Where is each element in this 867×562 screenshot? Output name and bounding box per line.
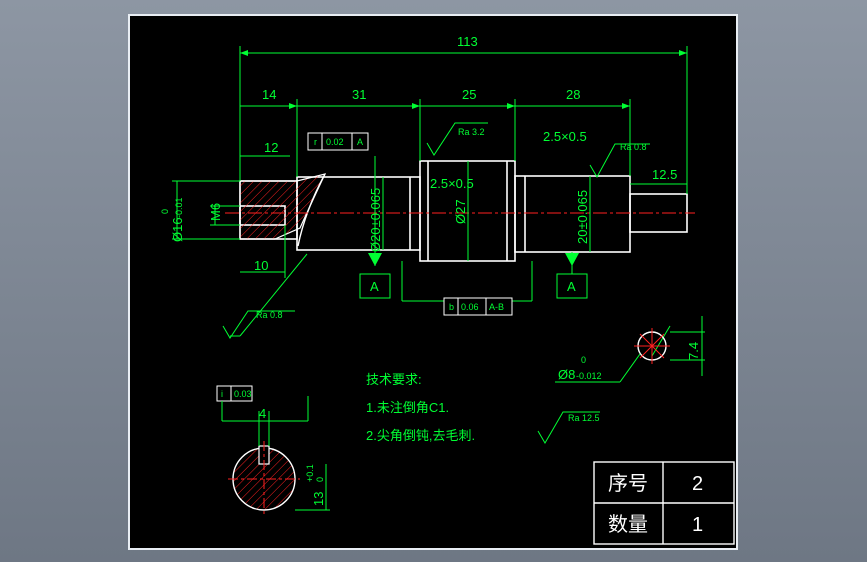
- dim-dia-8-lower: -0.012: [576, 371, 602, 381]
- dim-seg-14: 14: [262, 87, 276, 102]
- tolerance-frame-top: r 0.02 A: [307, 132, 369, 151]
- dim-chamfer-right: 2.5×0.5: [543, 129, 587, 144]
- dim-dia-16-upper: 0: [160, 209, 170, 214]
- dim-seg-25: 25: [462, 87, 476, 102]
- section-view: i 0.03 4 13 +0.1 0: [216, 385, 330, 516]
- gtol-top-datum: A: [357, 137, 363, 147]
- shaft-drawing: 113 14 31 25 28 12 12.5 10 2.5×0.5 2.5×0…: [160, 34, 735, 545]
- title-serial-label: 序号: [608, 472, 648, 495]
- ra-32: Ra 3.2: [458, 127, 485, 137]
- title-block: 序号 2 数量 1: [593, 461, 735, 545]
- datum-left: A: [359, 253, 391, 299]
- dim-section-depth: 13: [311, 492, 326, 506]
- gtol-sym-symbol: i: [221, 389, 223, 399]
- notes-line2: 2.尖角倒钝,去毛刺.: [366, 428, 475, 443]
- dim-dia-20-right: 20±0.065: [575, 190, 590, 244]
- dim-section-depth-upper: +0.1: [305, 464, 315, 482]
- roughness-symbols: [222, 122, 650, 444]
- title-qty-value: 1: [692, 514, 703, 536]
- dim-dia-16: Ø16: [170, 217, 185, 242]
- segment-d20-right: [514, 175, 631, 253]
- dim-dia-8: Ø8: [558, 367, 575, 382]
- ra-08-right: Ra 0.8: [620, 142, 647, 152]
- dim-overall: 113: [457, 34, 478, 49]
- section-hatch: [239, 173, 327, 240]
- dim-dia-16-lower: -0.01: [174, 197, 184, 218]
- title-qty-label: 数量: [608, 513, 648, 536]
- dim-dia-20-left: Ø20±0.065: [368, 188, 383, 252]
- svg-text:A: A: [370, 279, 379, 294]
- ra-125: Ra 12.5: [568, 413, 600, 423]
- notes-title: 技术要求:: [366, 372, 422, 387]
- technical-notes: 技术要求: 1.未注倒角C1. 2.尖角倒钝,去毛刺.: [366, 372, 475, 443]
- dim-dia-8-upper: 0: [581, 355, 586, 365]
- dim-dia-27: Ø27: [453, 199, 468, 224]
- gtol-bottom-value: 0.06: [461, 302, 479, 312]
- gtol-bottom-datum: A-B: [489, 302, 504, 312]
- tolerance-frame-bottom: b 0.06 A-B: [443, 297, 513, 316]
- svg-text:A: A: [567, 279, 576, 294]
- dim-thread-len: 12: [264, 140, 278, 155]
- dim-end-len: 12.5: [652, 167, 677, 182]
- dim-chamfer-left: 2.5×0.5: [430, 176, 474, 191]
- dim-key-depth: 7.4: [686, 342, 701, 360]
- cad-viewport[interactable]: 113 14 31 25 28 12 12.5 10 2.5×0.5 2.5×0…: [128, 14, 738, 550]
- dim-thread-m6: M6: [208, 203, 223, 221]
- dim-seg-31: 31: [352, 87, 366, 102]
- gtol-top-value: 0.02: [326, 137, 344, 147]
- notes-line1: 1.未注倒角C1.: [366, 400, 449, 415]
- gtol-bottom-symbol: b: [449, 302, 454, 312]
- dim-seg-28: 28: [566, 87, 580, 102]
- title-serial-value: 2: [692, 473, 703, 495]
- dim-section-depth-lower: 0: [315, 477, 325, 482]
- ra-08-left: Ra 0.8: [256, 310, 283, 320]
- dim-hole-depth: 10: [254, 258, 268, 273]
- gtol-top-symbol: r: [314, 137, 317, 147]
- dim-section-width: 4: [259, 406, 266, 421]
- gtol-sym-value: 0.03: [234, 389, 252, 399]
- datum-right: A: [556, 252, 588, 299]
